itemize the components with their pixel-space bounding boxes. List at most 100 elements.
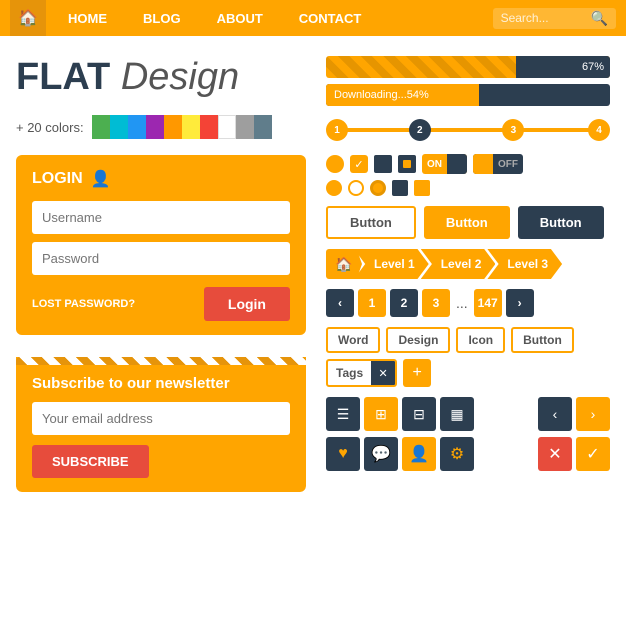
swatch-bluegray: [254, 115, 272, 139]
nav-blog[interactable]: BLOG: [125, 0, 199, 36]
pagination-prev[interactable]: ‹: [326, 289, 354, 317]
lost-password-link[interactable]: LOST PASSWORD?: [32, 298, 135, 310]
breadcrumb-home[interactable]: 🏠: [326, 249, 362, 279]
radio-selected[interactable]: [370, 180, 386, 196]
breadcrumb: 🏠 Level 1 Level 2 Level 3: [326, 249, 610, 279]
view-and-nav-row: ☰ ⊞ ⊟ ▦ ‹ ›: [326, 397, 610, 431]
swatch-blue: [128, 115, 146, 139]
toggle-on-label: ON: [422, 159, 447, 170]
username-input[interactable]: [32, 201, 290, 234]
progress-bar-striped: 67%: [326, 56, 610, 78]
tag-icon[interactable]: Icon: [456, 327, 505, 353]
progress-bar-download-inner: Downloading...54%: [326, 84, 479, 106]
login-title: LOGIN: [32, 170, 83, 188]
tag-word[interactable]: Word: [326, 327, 380, 353]
main-content: FLAT Design + 20 colors: LOGIN 👤: [0, 36, 626, 512]
search-input[interactable]: [501, 11, 591, 25]
breadcrumb-level2[interactable]: Level 2: [421, 249, 496, 279]
login-button[interactable]: Login: [204, 287, 290, 321]
swatch-cyan: [110, 115, 128, 139]
icon-chat[interactable]: 💬: [364, 437, 398, 471]
swatch-orange: [164, 115, 182, 139]
pagination-dots: ...: [454, 295, 470, 311]
toggle-off[interactable]: OFF: [473, 154, 523, 174]
search-icon[interactable]: 🔍: [591, 10, 608, 27]
subscribe-button[interactable]: SUBSCRIBE: [32, 445, 149, 478]
checkbox-dark[interactable]: [392, 180, 408, 196]
nav-prev-arrow[interactable]: ‹: [538, 397, 572, 431]
password-input[interactable]: [32, 242, 290, 275]
tag-design[interactable]: Design: [386, 327, 450, 353]
user-icon: 👤: [91, 169, 111, 189]
colors-row: + 20 colors:: [16, 115, 306, 139]
swatch-gray: [236, 115, 254, 139]
bottom-icons-row: ♥ 💬 👤 ⚙ ✕ ✓: [326, 437, 610, 471]
swatch-yellow: [182, 115, 200, 139]
pagination-147[interactable]: 147: [474, 289, 502, 317]
button-orange[interactable]: Button: [424, 206, 510, 239]
breadcrumb-level1[interactable]: Level 1: [354, 249, 429, 279]
slider-track: [337, 128, 599, 132]
pagination-3[interactable]: 3: [422, 289, 450, 317]
tags-input-row: Tags ✕ +: [326, 359, 610, 387]
nav-about[interactable]: ABOUT: [199, 0, 281, 36]
tags-row: Word Design Icon Button: [326, 327, 610, 353]
view-grid-sm[interactable]: ⊞: [364, 397, 398, 431]
title-flat: FLAT: [16, 56, 110, 98]
right-column: 67% Downloading...54% 1 2 3 4 ✓ ON: [326, 56, 610, 492]
login-header: LOGIN 👤: [32, 169, 290, 189]
subscribe-email-input[interactable]: [32, 402, 290, 435]
checkbox-orange[interactable]: [414, 180, 430, 196]
nav-home-button[interactable]: 🏠: [10, 0, 46, 36]
nav-next-arrow[interactable]: ›: [576, 397, 610, 431]
tags-badge: Tags ✕: [326, 359, 397, 387]
radio-empty[interactable]: [348, 180, 364, 196]
subscribe-stripe: [16, 357, 306, 365]
color-swatches: [92, 115, 272, 139]
tags-label: Tags: [328, 366, 371, 380]
confirm-check-button[interactable]: ✓: [576, 437, 610, 471]
slider-node-4[interactable]: 4: [588, 119, 610, 141]
view-tiles[interactable]: ▦: [440, 397, 474, 431]
tag-add-button[interactable]: +: [403, 359, 431, 387]
swatch-white: [218, 115, 236, 139]
subscribe-title: Subscribe to our newsletter: [32, 375, 290, 392]
subscribe-box: Subscribe to our newsletter SUBSCRIBE: [16, 351, 306, 492]
icon-user[interactable]: 👤: [402, 437, 436, 471]
slider-node-3[interactable]: 3: [502, 119, 524, 141]
login-box: LOGIN 👤 LOST PASSWORD? Login: [16, 155, 306, 335]
toggle-check-1[interactable]: ✓: [350, 155, 368, 173]
pagination: ‹ 1 2 3 ... 147 ›: [326, 289, 610, 317]
download-label: Downloading...54%: [334, 89, 429, 101]
navbar: 🏠 HOME BLOG ABOUT CONTACT 🔍: [0, 0, 626, 36]
button-outline[interactable]: Button: [326, 206, 416, 239]
login-footer: LOST PASSWORD? Login: [32, 287, 290, 321]
nav-home[interactable]: HOME: [50, 0, 125, 36]
toggle-circle-1[interactable]: [326, 155, 344, 173]
toggle-off-square: [473, 154, 493, 174]
progress-pct: 67%: [582, 61, 604, 73]
icon-heart[interactable]: ♥: [326, 437, 360, 471]
slider-node-1[interactable]: 1: [326, 119, 348, 141]
toggle-on[interactable]: ON: [422, 154, 467, 174]
tag-button[interactable]: Button: [511, 327, 574, 353]
tags-remove[interactable]: ✕: [371, 361, 395, 385]
slider-container: 1 2 3 4: [326, 116, 610, 144]
buttons-row: Button Button Button: [326, 206, 610, 239]
pagination-next[interactable]: ›: [506, 289, 534, 317]
breadcrumb-level3[interactable]: Level 3: [487, 249, 562, 279]
toggle-sq-1[interactable]: [374, 155, 392, 173]
icon-gear[interactable]: ⚙: [440, 437, 474, 471]
view-list[interactable]: ☰: [326, 397, 360, 431]
nav-contact[interactable]: CONTACT: [281, 0, 380, 36]
button-dark[interactable]: Button: [518, 206, 604, 239]
swatch-green: [92, 115, 110, 139]
radio-filled[interactable]: [326, 180, 342, 196]
progress-bar-download: Downloading...54%: [326, 84, 610, 106]
pagination-1[interactable]: 1: [358, 289, 386, 317]
toggle-sq-2[interactable]: [398, 155, 416, 173]
slider-node-2[interactable]: 2: [409, 119, 431, 141]
view-grid-lg[interactable]: ⊟: [402, 397, 436, 431]
pagination-2[interactable]: 2: [390, 289, 418, 317]
confirm-x-button[interactable]: ✕: [538, 437, 572, 471]
